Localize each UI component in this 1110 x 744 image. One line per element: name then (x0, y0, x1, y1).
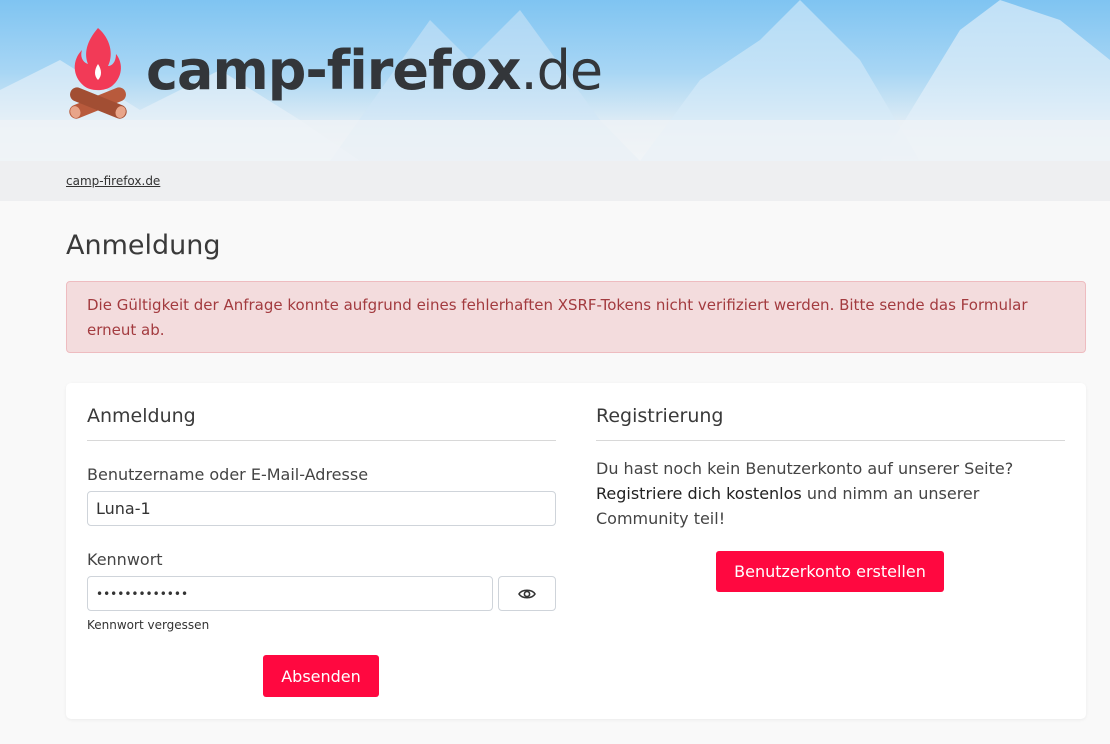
register-description: Du hast noch kein Benutzerkonto auf unse… (596, 456, 1071, 531)
campfire-icon (69, 28, 127, 119)
site-logo[interactable]: camp-firefox.de (64, 24, 603, 124)
breadcrumb-home-link[interactable]: camp-firefox.de (66, 174, 160, 188)
error-alert: Die Gültigkeit der Anfrage konnte aufgru… (66, 281, 1086, 353)
page-title: Anmeldung (66, 230, 221, 261)
breadcrumb-bar: camp-firefox.de (0, 161, 1110, 201)
register-section-title: Registrierung (596, 405, 724, 427)
submit-button[interactable]: Absenden (263, 655, 379, 697)
register-free-link[interactable]: Registriere dich kostenlos (596, 484, 802, 503)
password-label: Kennwort (87, 550, 163, 569)
site-header: camp-firefox.de (0, 0, 1110, 161)
show-password-button[interactable] (498, 576, 556, 611)
logo-tld: .de (520, 39, 603, 102)
logo-name: camp-firefox (146, 39, 521, 102)
eye-icon (518, 588, 536, 599)
auth-card: Anmeldung Benutzername oder E-Mail-Adres… (66, 383, 1086, 719)
login-section-title: Anmeldung (87, 405, 196, 427)
password-input[interactable] (87, 576, 493, 611)
username-input[interactable] (87, 491, 556, 526)
logo-wordmark: camp-firefox.de (146, 44, 603, 98)
forgot-password-link[interactable]: Kennwort vergessen (87, 618, 209, 632)
register-divider (596, 440, 1065, 441)
register-text-before: Du hast noch kein Benutzerkonto auf unse… (596, 459, 1014, 478)
create-account-button[interactable]: Benutzerkonto erstellen (716, 551, 944, 592)
login-divider (87, 440, 556, 441)
username-label: Benutzername oder E-Mail-Adresse (87, 465, 369, 484)
